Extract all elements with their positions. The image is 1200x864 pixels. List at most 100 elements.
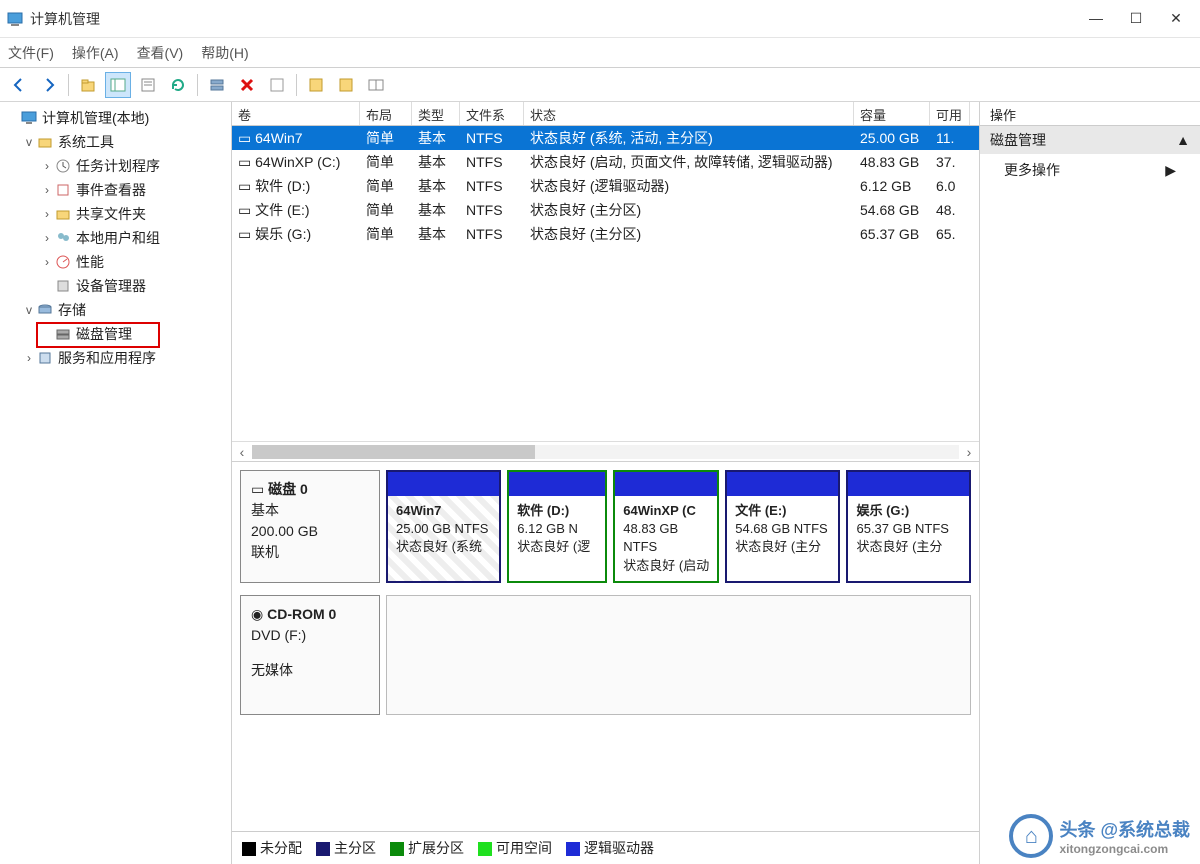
vol-type: 基本 bbox=[412, 150, 460, 174]
up-button[interactable] bbox=[75, 72, 101, 98]
tree-taskscheduler[interactable]: ›任务计划程序 bbox=[2, 154, 229, 178]
tree-performance[interactable]: ›性能 bbox=[2, 250, 229, 274]
partition[interactable]: 娱乐 (G:) 65.37 GB NTFS 状态良好 (主分 bbox=[846, 470, 971, 583]
refresh-button[interactable] bbox=[165, 72, 191, 98]
scroll-thumb[interactable] bbox=[252, 445, 535, 459]
help2-button[interactable] bbox=[264, 72, 290, 98]
toolbar-separator bbox=[296, 74, 297, 96]
vol-type: 基本 bbox=[412, 222, 460, 246]
col-status[interactable]: 状态 bbox=[524, 102, 854, 125]
scroll-left-icon[interactable]: ‹ bbox=[232, 444, 252, 460]
actions-section[interactable]: 磁盘管理 ▲ bbox=[980, 126, 1200, 154]
device-icon bbox=[54, 277, 72, 295]
actions-section-label: 磁盘管理 bbox=[990, 130, 1046, 150]
cdrom-empty bbox=[386, 595, 971, 715]
disk-status: 联机 bbox=[251, 542, 369, 563]
legend-label: 逻辑驱动器 bbox=[584, 840, 654, 856]
part-name: 软件 (D:) bbox=[517, 502, 597, 520]
maximize-button[interactable]: ☐ bbox=[1128, 10, 1144, 27]
partition[interactable]: 文件 (E:) 54.68 GB NTFS 状态良好 (主分 bbox=[725, 470, 840, 583]
cdrom-head[interactable]: ◉ CD-ROM 0 DVD (F:) 无媒体 bbox=[240, 595, 380, 715]
list-button[interactable] bbox=[363, 72, 389, 98]
minimize-button[interactable]: — bbox=[1088, 10, 1104, 27]
volume-row[interactable]: ▭ 64WinXP (C:) 简单 基本 NTFS 状态良好 (启动, 页面文件… bbox=[232, 150, 979, 174]
vol-free: 37. bbox=[930, 152, 970, 172]
tree-systools[interactable]: v系统工具 bbox=[2, 130, 229, 154]
tree-eventviewer[interactable]: ›事件查看器 bbox=[2, 178, 229, 202]
settings-button[interactable] bbox=[204, 72, 230, 98]
h-scrollbar[interactable]: ‹ › bbox=[232, 441, 979, 461]
vol-cap: 65.37 GB bbox=[854, 224, 930, 244]
legend-swatch-free bbox=[478, 842, 492, 856]
disk-icon: ▭ bbox=[251, 481, 268, 497]
legend-swatch-extended bbox=[390, 842, 404, 856]
part-size: 48.83 GB NTFS bbox=[623, 520, 709, 556]
vol-fs: NTFS bbox=[460, 224, 524, 244]
volume-row[interactable]: ▭ 文件 (E:) 简单 基本 NTFS 状态良好 (主分区) 54.68 GB… bbox=[232, 198, 979, 222]
menu-file[interactable]: 文件(F) bbox=[8, 43, 54, 63]
col-capacity[interactable]: 容量 bbox=[854, 102, 930, 125]
actions-more-label: 更多操作 bbox=[1004, 160, 1060, 180]
actions-pane: 操作 磁盘管理 ▲ 更多操作 ▶ bbox=[980, 102, 1200, 864]
col-layout[interactable]: 布局 bbox=[360, 102, 412, 125]
properties-button[interactable] bbox=[135, 72, 161, 98]
main: 计算机管理(本地) v系统工具 ›任务计划程序 ›事件查看器 ›共享文件夹 ›本… bbox=[0, 102, 1200, 864]
volume-row[interactable]: ▭ 64Win7 简单 基本 NTFS 状态良好 (系统, 活动, 主分区) 2… bbox=[232, 126, 979, 150]
drive-icon: ▭ bbox=[238, 202, 255, 218]
actions-more[interactable]: 更多操作 ▶ bbox=[980, 154, 1200, 186]
yellow1-button[interactable] bbox=[303, 72, 329, 98]
disk0-head[interactable]: ▭ 磁盘 0 基本 200.00 GB 联机 bbox=[240, 470, 380, 583]
folder-icon bbox=[54, 205, 72, 223]
partition[interactable]: 64Win7 25.00 GB NTFS 状态良好 (系统 bbox=[386, 470, 501, 583]
vol-layout: 简单 bbox=[360, 222, 412, 246]
tree-services[interactable]: ›服务和应用程序 bbox=[2, 346, 229, 370]
col-free[interactable]: 可用 bbox=[930, 102, 970, 125]
menu-view[interactable]: 查看(V) bbox=[137, 43, 184, 63]
tree-diskmanagement[interactable]: 磁盘管理 bbox=[2, 322, 229, 346]
vol-type: 基本 bbox=[412, 198, 460, 222]
volume-row[interactable]: ▭ 软件 (D:) 简单 基本 NTFS 状态良好 (逻辑驱动器) 6.12 G… bbox=[232, 174, 979, 198]
close-button[interactable]: ✕ bbox=[1168, 10, 1184, 27]
tree-label: 服务和应用程序 bbox=[58, 348, 156, 368]
toolbar-separator bbox=[197, 74, 198, 96]
app-icon bbox=[6, 10, 24, 28]
partition[interactable]: 软件 (D:) 6.12 GB N 状态良好 (逻 bbox=[507, 470, 607, 583]
collapse-icon[interactable]: ▲ bbox=[1176, 132, 1190, 148]
forward-button[interactable] bbox=[36, 72, 62, 98]
delete-button[interactable] bbox=[234, 72, 260, 98]
tree-storage[interactable]: v存储 bbox=[2, 298, 229, 322]
partition[interactable]: 64WinXP (C 48.83 GB NTFS 状态良好 (启动 bbox=[613, 470, 719, 583]
vol-status: 状态良好 (主分区) bbox=[524, 198, 854, 222]
tree-root[interactable]: 计算机管理(本地) bbox=[2, 106, 229, 130]
tree-sharedfolders[interactable]: ›共享文件夹 bbox=[2, 202, 229, 226]
drive-icon: ▭ bbox=[238, 178, 255, 194]
menu-help[interactable]: 帮助(H) bbox=[201, 43, 248, 63]
drive-icon: ▭ bbox=[238, 154, 255, 170]
col-type[interactable]: 类型 bbox=[412, 102, 460, 125]
back-button[interactable] bbox=[6, 72, 32, 98]
tree-label: 设备管理器 bbox=[76, 276, 146, 296]
vol-cap: 25.00 GB bbox=[854, 128, 930, 148]
part-size: 54.68 GB NTFS bbox=[735, 520, 830, 538]
yellow2-button[interactable] bbox=[333, 72, 359, 98]
computer-icon bbox=[20, 109, 38, 127]
legend-swatch-logical bbox=[566, 842, 580, 856]
disk0-row: ▭ 磁盘 0 基本 200.00 GB 联机 64Win7 25.00 GB N… bbox=[240, 470, 971, 583]
part-status: 状态良好 (逻 bbox=[517, 538, 597, 556]
scroll-right-icon[interactable]: › bbox=[959, 444, 979, 460]
tree-localusers[interactable]: ›本地用户和组 bbox=[2, 226, 229, 250]
tree-devicemgr[interactable]: 设备管理器 bbox=[2, 274, 229, 298]
volume-row[interactable]: ▭ 娱乐 (G:) 简单 基本 NTFS 状态良好 (主分区) 65.37 GB… bbox=[232, 222, 979, 246]
part-name: 64WinXP (C bbox=[623, 502, 709, 520]
tree-label: 系统工具 bbox=[58, 132, 114, 152]
col-volume[interactable]: 卷 bbox=[232, 102, 360, 125]
show-hide-tree-button[interactable] bbox=[105, 72, 131, 98]
col-fs[interactable]: 文件系统 bbox=[460, 102, 524, 125]
services-icon bbox=[36, 349, 54, 367]
vol-fs: NTFS bbox=[460, 176, 524, 196]
drive-icon: ▭ bbox=[238, 130, 255, 146]
vol-layout: 简单 bbox=[360, 174, 412, 198]
vol-status: 状态良好 (主分区) bbox=[524, 222, 854, 246]
menu-action[interactable]: 操作(A) bbox=[72, 43, 119, 63]
actions-header: 操作 bbox=[980, 102, 1200, 126]
